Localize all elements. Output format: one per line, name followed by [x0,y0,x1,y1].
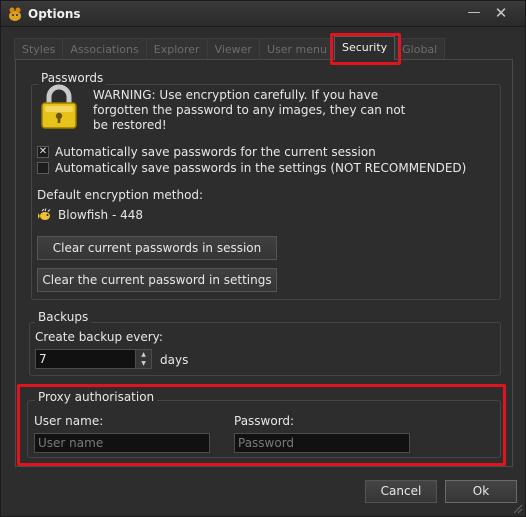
auto-save-session-row[interactable]: ✕ Automatically save passwords for the c… [37,144,376,160]
tab-viewer[interactable]: Viewer [206,38,260,60]
tab-user-menu[interactable]: User menu [258,38,335,60]
auto-save-session-checkbox[interactable]: ✕ [37,146,49,158]
auto-save-settings-row[interactable]: Automatically save passwords in the sett… [37,160,466,176]
encryption-method-label: Default encryption method: [37,188,204,202]
spin-up-icon[interactable]: ▲ [136,350,151,359]
passwords-group-label: Passwords [38,71,107,85]
tab-styles[interactable]: Styles [14,38,64,60]
auto-save-settings-label[interactable]: Automatically save passwords in the sett… [55,161,466,175]
resize-grip-icon[interactable] [513,504,523,514]
proxy-group-label: Proxy authorisation [35,390,158,404]
encryption-method-value[interactable]: Blowfish - 448 [58,208,143,222]
spin-down-icon[interactable]: ▼ [136,359,151,368]
tab-explorer[interactable]: Explorer [145,38,208,60]
tab-global[interactable]: Global [394,38,446,60]
spin-buttons: ▲ ▼ [135,350,151,368]
auto-save-settings-checkbox[interactable] [37,162,49,174]
clear-session-passwords-button[interactable]: Clear current passwords in session [37,236,277,260]
backup-unit-label: days [160,353,189,367]
window-title: Options [28,7,81,21]
auto-save-session-label[interactable]: Automatically save passwords for the cur… [55,145,376,159]
backups-group-label: Backups [35,310,92,324]
cancel-button[interactable]: Cancel [365,480,437,503]
backup-interval-value[interactable]: 7 [39,352,47,366]
warning-text: WARNING: Use encryption carefully. If yo… [93,88,406,132]
username-input[interactable] [34,433,210,453]
close-button[interactable]: ✕ [491,4,511,22]
title-bar[interactable]: Options — ✕ [1,1,525,27]
password-label: Password: [234,414,295,428]
ok-button[interactable]: Ok [445,480,517,503]
app-icon [9,7,21,21]
lock-icon [41,84,77,129]
tab-bar: Styles Associations Explorer Viewer User… [14,36,446,60]
options-window: Options — ✕ Styles Associations Explorer… [0,0,526,517]
create-backup-label: Create backup every: [35,330,163,344]
tab-security[interactable]: Security [333,36,396,60]
clear-settings-password-button[interactable]: Clear the current password in settings [37,268,277,292]
username-label: User name: [34,414,104,428]
blowfish-icon [38,208,51,220]
tab-associations[interactable]: Associations [62,38,147,60]
password-input[interactable] [234,433,410,453]
minimize-button[interactable]: — [464,4,484,22]
backup-interval-spinbox[interactable]: 7 ▲ ▼ [35,349,152,369]
